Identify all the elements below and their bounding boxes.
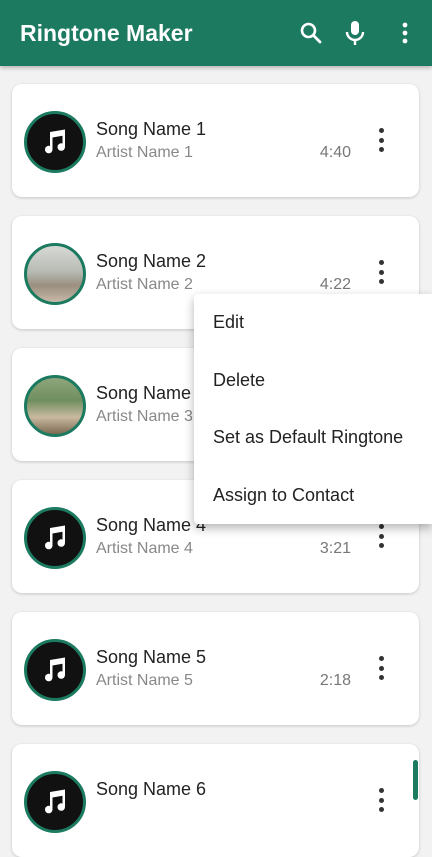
song-duration: 4:40: [319, 144, 351, 161]
song-name: Song Name 2: [96, 251, 207, 271]
music-note-icon: [45, 525, 66, 550]
album-art: [24, 111, 86, 173]
app-bar: Ringtone Maker: [0, 0, 432, 66]
music-note-icon: [45, 657, 66, 682]
song-card[interactable]: Song Name 6: [12, 744, 419, 857]
song-options-button[interactable]: [373, 260, 389, 284]
album-art-photo: [24, 375, 86, 437]
menu-item-assign-to-contact[interactable]: Assign to Contact: [194, 467, 432, 525]
album-art: [24, 771, 86, 833]
artist-name: Artist Name 2: [96, 276, 193, 293]
song-card[interactable]: Song Name 5 Artist Name 5 2:18: [12, 612, 419, 725]
menu-item-delete[interactable]: Delete: [194, 352, 432, 410]
mic-icon: [345, 21, 365, 45]
song-name: Song Name 4: [96, 515, 207, 535]
song-duration: 4:22: [319, 276, 351, 293]
song-options-button[interactable]: [373, 524, 389, 548]
song-name: Song Name 5: [96, 647, 207, 667]
album-art: [24, 507, 86, 569]
song-name: Song Name 3: [96, 383, 207, 403]
scrollbar-thumb[interactable]: [413, 760, 418, 800]
song-card[interactable]: Song Name 1 Artist Name 1 4:40: [12, 84, 419, 197]
song-name: Song Name 6: [96, 779, 207, 799]
song-name: Song Name 1: [96, 119, 207, 139]
search-button[interactable]: [296, 18, 326, 48]
artist-name: Artist Name 5: [96, 672, 193, 689]
song-duration: 2:18: [319, 672, 351, 689]
voice-search-button[interactable]: [340, 18, 370, 48]
album-art: [24, 639, 86, 701]
search-icon: [300, 22, 322, 44]
overflow-menu-button[interactable]: [390, 18, 420, 48]
menu-item-edit[interactable]: Edit: [194, 294, 432, 352]
artist-name: Artist Name 1: [96, 144, 193, 161]
album-art-photo: [24, 243, 86, 305]
more-vert-icon: [402, 22, 408, 44]
menu-item-set-default-ringtone[interactable]: Set as Default Ringtone: [194, 409, 432, 467]
song-options-button[interactable]: [373, 656, 389, 680]
song-options-button[interactable]: [373, 128, 389, 152]
song-options-button[interactable]: [373, 788, 389, 812]
artist-name: Artist Name 3: [96, 408, 193, 425]
song-duration: 3:21: [319, 540, 351, 557]
song-context-menu: Edit Delete Set as Default Ringtone Assi…: [194, 294, 432, 524]
music-note-icon: [45, 129, 66, 154]
artist-name: Artist Name 4: [96, 540, 193, 557]
app-title: Ringtone Maker: [20, 19, 193, 46]
music-note-icon: [45, 789, 66, 814]
